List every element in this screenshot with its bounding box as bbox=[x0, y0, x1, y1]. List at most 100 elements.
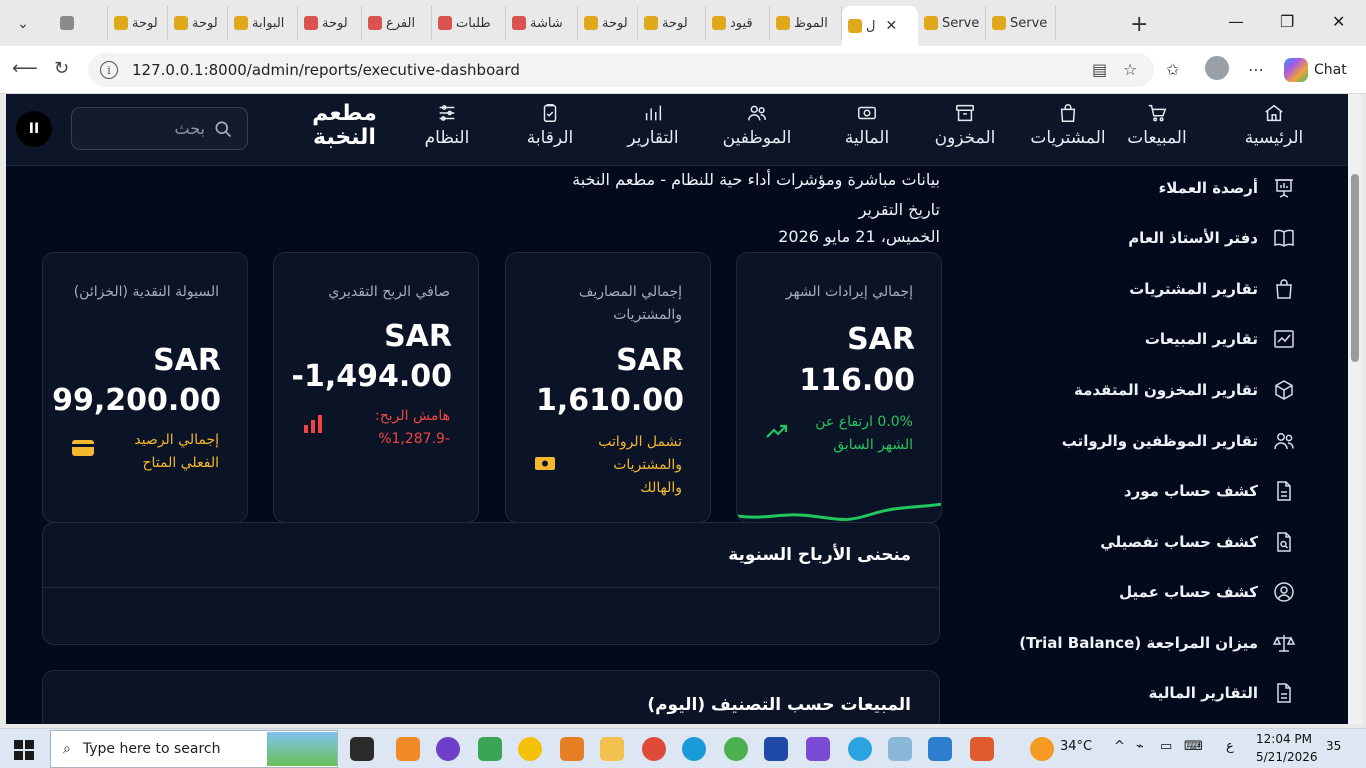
sidebar-item[interactable]: التقارير المالية bbox=[1149, 677, 1296, 709]
sidebar-item-label: كشف حساب تفصيلي bbox=[1100, 533, 1258, 551]
tab-favicon-icon bbox=[368, 16, 382, 30]
nav-item[interactable]: الرئيسية bbox=[1229, 102, 1319, 158]
sidebar-item[interactable]: كشف حساب تفصيلي bbox=[1100, 526, 1296, 558]
task-view-icon[interactable] bbox=[350, 737, 374, 761]
kpi-card: إجمالي المصاريف والمشتريات SAR 1,610.00 تشم… bbox=[505, 252, 711, 523]
browser-tab[interactable]: لوحة bbox=[638, 6, 706, 40]
minimize-icon[interactable]: — bbox=[1228, 12, 1244, 31]
sidebar-item[interactable]: كشف حساب عميل bbox=[1119, 576, 1296, 608]
xampp-icon[interactable] bbox=[396, 737, 420, 761]
site-info-icon[interactable]: i bbox=[100, 61, 118, 79]
maximize-icon[interactable]: ❐ bbox=[1280, 12, 1294, 31]
copilot-chat-button[interactable]: Chat bbox=[1284, 54, 1347, 86]
browser-tab[interactable]: البوابة bbox=[228, 6, 298, 40]
nav-item[interactable]: المالية bbox=[822, 102, 912, 158]
browser-tab[interactable]: لوحة bbox=[108, 6, 168, 40]
windows-start-icon[interactable] bbox=[14, 740, 34, 760]
browser-tab[interactable] bbox=[54, 6, 108, 40]
sidebar-item[interactable]: كشف حساب مورد bbox=[1124, 475, 1296, 507]
kpi-value: 99,200.00 bbox=[52, 383, 221, 418]
browser-tab[interactable]: لوحة bbox=[168, 6, 228, 40]
browser-tab[interactable]: شاشة bbox=[506, 6, 578, 40]
weather-temp[interactable]: 34°C bbox=[1060, 739, 1092, 754]
sidebar-item[interactable]: ميزان المراجعة (Trial Balance) bbox=[1019, 627, 1296, 659]
reader-view-icon[interactable]: ▤ bbox=[1092, 60, 1107, 79]
book-icon bbox=[1274, 229, 1294, 247]
dashboard-subtitle: بيانات مباشرة ومؤشرات أداء حية للنظام - … bbox=[572, 170, 940, 189]
notification-count[interactable]: 35 bbox=[1326, 739, 1341, 753]
sidebar-item[interactable]: تقارير المبيعات bbox=[1145, 323, 1296, 355]
tab-close-icon[interactable]: ✕ bbox=[885, 18, 897, 34]
sidebar-item[interactable]: دفتر الأستاذ العام bbox=[1128, 222, 1296, 254]
file-explorer-icon[interactable] bbox=[600, 737, 624, 761]
vscode-icon[interactable] bbox=[928, 737, 952, 761]
back-icon[interactable]: ⟵ bbox=[12, 58, 38, 79]
nav-item[interactable]: الرقابة bbox=[505, 102, 595, 158]
app-icon[interactable] bbox=[970, 737, 994, 761]
sidebar-item[interactable]: تقارير المخزون المتقدمة bbox=[1074, 374, 1296, 406]
copilot-logo-icon bbox=[1284, 58, 1308, 82]
nav-item-label: التقارير bbox=[627, 128, 679, 148]
tray-chevron-icon[interactable]: ^ bbox=[1114, 739, 1125, 754]
kpi-currency: SAR bbox=[847, 322, 915, 357]
nav-item[interactable]: المبيعات bbox=[1112, 102, 1202, 158]
chrome-icon[interactable] bbox=[724, 737, 748, 761]
sidebar-item-label: تقارير المشتريات bbox=[1129, 280, 1258, 298]
pause-icon[interactable]: II bbox=[16, 111, 52, 147]
browser-tab[interactable]: الموظ bbox=[770, 6, 842, 40]
favorites-icon[interactable]: ✩ bbox=[1166, 60, 1179, 79]
app-icon[interactable] bbox=[478, 737, 502, 761]
report-date: الخميس، 21 مايو 2026 bbox=[778, 227, 940, 246]
page-scrollbar[interactable] bbox=[1348, 94, 1362, 724]
favorite-star-icon[interactable]: ☆ bbox=[1123, 60, 1137, 79]
clock-date[interactable]: 5/21/2026 bbox=[1256, 750, 1318, 764]
sidebar-item-label: أرصدة العملاء bbox=[1158, 179, 1258, 197]
browser-tab[interactable]: لوحة bbox=[578, 6, 638, 40]
chrome-icon[interactable] bbox=[642, 737, 666, 761]
new-tab-plus-icon[interactable]: + bbox=[1130, 12, 1148, 37]
taskbar-search[interactable]: ⌕ Type here to search bbox=[50, 730, 338, 768]
app-icon[interactable] bbox=[888, 737, 912, 761]
browser-tab[interactable]: الفرع bbox=[362, 6, 432, 40]
tab-favicon-icon bbox=[174, 16, 188, 30]
browser-tab[interactable]: قيود bbox=[706, 6, 770, 40]
nav-item[interactable]: النظام bbox=[402, 102, 492, 158]
sidebar-item[interactable]: أرصدة العملاء bbox=[1159, 172, 1296, 204]
language-indicator[interactable]: ع bbox=[1226, 739, 1234, 754]
nav-item[interactable]: التقارير bbox=[608, 102, 698, 158]
sidebar-item[interactable]: تقارير الموظفين والرواتب bbox=[1062, 425, 1296, 457]
tab-label: لوحة bbox=[192, 15, 218, 31]
browser-tab[interactable]: Serve bbox=[986, 6, 1056, 40]
nav-item[interactable]: المخزون bbox=[920, 102, 1010, 158]
search-box[interactable]: بحث bbox=[71, 107, 248, 150]
revenue-sparkline bbox=[737, 502, 941, 521]
browser-tab[interactable]: لوحة bbox=[298, 6, 362, 40]
network-icon[interactable]: ⌁ bbox=[1136, 739, 1144, 754]
weather-icon[interactable] bbox=[1030, 737, 1054, 761]
browser-tab[interactable]: طلبات bbox=[432, 6, 506, 40]
more-menu-icon[interactable]: ⋯ bbox=[1248, 60, 1264, 79]
app-icon[interactable] bbox=[764, 737, 788, 761]
keyboard-icon[interactable]: ⌨ bbox=[1184, 739, 1203, 754]
telegram-icon[interactable] bbox=[848, 737, 872, 761]
nav-item[interactable]: الموظفين bbox=[712, 102, 802, 158]
clock-time[interactable]: 12:04 PM bbox=[1256, 732, 1312, 746]
github-icon[interactable] bbox=[436, 737, 460, 761]
browser-tab[interactable]: Serve bbox=[918, 6, 986, 40]
tab-actions-chevron-icon[interactable]: ⌄ bbox=[8, 9, 38, 39]
nav-item[interactable]: المشتريات bbox=[1023, 102, 1113, 158]
url-field[interactable]: i 127.0.0.1:8000/admin/reports/executive… bbox=[88, 53, 1154, 87]
app-icon[interactable] bbox=[806, 737, 830, 761]
app-icon[interactable] bbox=[560, 737, 584, 761]
edge-icon[interactable] bbox=[682, 737, 706, 761]
browser-tab[interactable]: ل ✕ bbox=[842, 6, 918, 46]
battery-icon[interactable]: ▭ bbox=[1160, 739, 1172, 754]
close-window-icon[interactable]: ✕ bbox=[1332, 12, 1345, 31]
search-icon bbox=[215, 121, 232, 137]
sidebar-item[interactable]: تقارير المشتريات bbox=[1129, 273, 1296, 305]
tab-favicon-icon bbox=[60, 16, 74, 30]
scrollbar-thumb[interactable] bbox=[1351, 174, 1359, 362]
reload-icon[interactable]: ↻ bbox=[54, 58, 69, 79]
app-icon[interactable] bbox=[518, 737, 542, 761]
profile-avatar[interactable] bbox=[1205, 56, 1229, 80]
